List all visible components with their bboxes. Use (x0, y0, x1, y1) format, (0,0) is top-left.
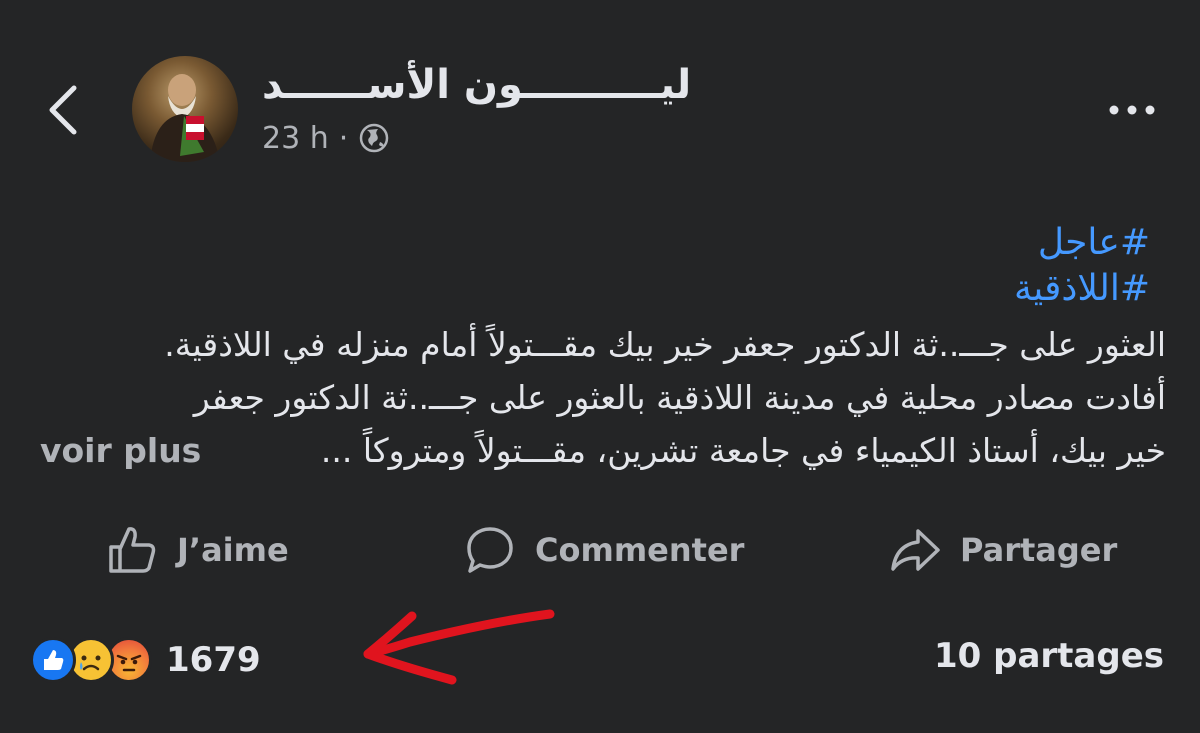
like-button[interactable]: J’aime (105, 515, 289, 585)
post-text-line: أفادت مصادر محلية في مدينة اللاذقية بالع… (193, 378, 1166, 417)
shares-count[interactable]: 10 partages (934, 636, 1164, 676)
share-button[interactable]: Partager (888, 515, 1117, 585)
annotation-arrow (363, 609, 555, 685)
avatar[interactable] (132, 56, 238, 162)
globe-icon (360, 123, 389, 153)
comment-button[interactable]: Commenter (463, 515, 744, 585)
hashtag-list: #عاجل #اللاذقية (1014, 220, 1150, 312)
like-label: J’aime (177, 531, 289, 569)
post-time[interactable]: 23 h (262, 121, 329, 156)
comment-label: Commenter (535, 531, 745, 569)
like-reaction-icon (30, 637, 76, 683)
comment-icon (467, 527, 513, 573)
post-text-line: العثور على جـــ..ثة الدكتور جعفر خير بيك… (164, 325, 1166, 364)
reaction-summary[interactable]: 1679 (30, 632, 261, 688)
action-bar: J’aime Commenter Partager (0, 515, 1200, 585)
meta-separator: · (338, 120, 349, 156)
thumbs-up-icon (109, 527, 156, 573)
post-meta: 23 h · (262, 118, 390, 158)
share-arrow-icon (891, 529, 940, 571)
post-text-line: خير بيك، أستاذ الكيمياء في جامعة تشرين، … (320, 431, 1166, 470)
reaction-count: 1679 (166, 640, 261, 680)
post-author-name[interactable]: ليــــــــــون الأســــــد (262, 62, 822, 108)
hashtag-link[interactable]: #عاجل (1014, 220, 1150, 266)
back-icon[interactable] (40, 80, 92, 140)
see-more-link[interactable]: voir plus (40, 424, 201, 477)
share-label: Partager (960, 531, 1118, 569)
post-text: العثور على جـــ..ثة الدكتور جعفر خير بيك… (38, 318, 1166, 477)
more-options-icon[interactable] (1104, 95, 1160, 125)
hashtag-link[interactable]: #اللاذقية (1014, 266, 1150, 312)
